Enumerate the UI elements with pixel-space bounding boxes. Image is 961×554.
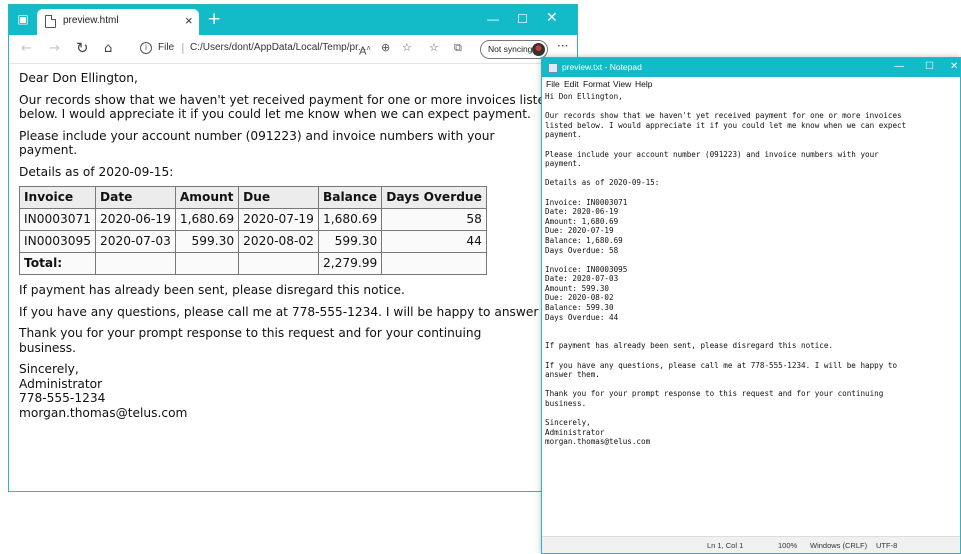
close-icon[interactable]: ✕: [546, 9, 558, 25]
column-header: Invoice: [19, 186, 96, 209]
notepad-window: preview.txt - Notepad — ☐ ✕ File Edit Fo…: [541, 57, 961, 554]
table-row: IN0003071 2020-06-19 1,680.69 2020-07-19…: [19, 208, 487, 231]
paragraph-payment-pending: Our records show that we haven't yet rec…: [19, 92, 553, 122]
column-header: Amount: [174, 186, 240, 209]
menu-help[interactable]: Help: [635, 79, 652, 89]
tab-close-icon[interactable]: ×: [185, 13, 193, 28]
table-row: IN0003095 2020-07-03 599.30 2020-08-02 5…: [19, 230, 487, 253]
back-icon[interactable]: ←: [21, 40, 32, 58]
cell-days-overdue: 58: [381, 208, 487, 231]
tab-preview[interactable]: preview.html ×: [37, 9, 199, 35]
browser-window: ▣ preview.html × + — ☐ ✕ ← → ↻ ⌂ i File …: [8, 4, 578, 492]
sender-phone: 778-555-1234: [19, 391, 106, 405]
cell-date: 2020-06-19: [95, 208, 176, 231]
total-balance: 2,279.99: [317, 252, 383, 275]
letter-content: Dear Don Ellington, Our records show tha…: [19, 71, 578, 420]
zoom-level: 100%: [778, 541, 798, 550]
minimize-icon[interactable]: —: [894, 61, 904, 72]
cell-amount: 599.30: [174, 230, 240, 253]
browser-toolbar: ← → ↻ ⌂ i File | C:/Users/dont/AppData/L…: [9, 35, 577, 64]
favorite-add-icon[interactable]: ☆: [402, 41, 412, 55]
menu-edit[interactable]: Edit: [564, 79, 579, 89]
sender-email: morgan.thomas@telus.com: [19, 405, 188, 420]
invoice-table: Invoice Date Amount Due Balance Days Ove…: [19, 186, 487, 275]
paragraph-account-number: Please include your account number (0912…: [19, 128, 495, 158]
more-icon[interactable]: ···: [557, 39, 568, 53]
tab-title: preview.html: [63, 15, 119, 26]
paragraph-thanks: Thank you for your prompt response to th…: [19, 326, 482, 355]
sync-label: Not syncing: [488, 44, 533, 54]
cell-invoice: IN0003095: [19, 230, 96, 253]
details-date: Details as of 2020-09-15:: [19, 164, 174, 179]
cell-date: 2020-07-03: [95, 230, 176, 253]
menu-bar: File Edit Format View Help: [542, 77, 960, 90]
home-icon[interactable]: ⌂: [104, 40, 112, 58]
info-icon[interactable]: i: [140, 42, 152, 54]
paragraph-disregard: If payment has already been sent, please…: [19, 283, 405, 297]
favorites-icon[interactable]: ☆: [429, 41, 439, 55]
closing: Sincerely,: [19, 362, 79, 376]
tab-strip: ▣ preview.html × + — ☐ ✕: [9, 5, 577, 35]
address-scheme-label: File: [158, 42, 175, 53]
window-title: preview.txt - Notepad: [562, 62, 642, 72]
notepad-titlebar: preview.txt - Notepad — ☐ ✕: [542, 58, 960, 77]
refresh-icon[interactable]: ↻: [76, 39, 89, 57]
cell-due: 2020-07-19: [238, 208, 319, 231]
line-ending: Windows (CRLF): [810, 541, 868, 550]
menu-view[interactable]: View: [613, 79, 631, 89]
cell-amount: 1,680.69: [174, 208, 240, 231]
address-separator: |: [181, 41, 185, 54]
close-icon[interactable]: ✕: [950, 61, 958, 72]
column-header: Date: [95, 186, 176, 209]
cell-invoice: IN0003071: [19, 208, 96, 231]
menu-file[interactable]: File: [546, 79, 560, 89]
page-icon: [45, 15, 56, 28]
text-editor-area[interactable]: Hi Don Ellington, Our records show that …: [545, 92, 957, 532]
status-bar: Ln 1, Col 1 100% Windows (CRLF) UTF-8: [542, 536, 960, 553]
avatar: [532, 43, 545, 56]
notepad-icon: [548, 63, 558, 73]
cell-balance: 1,680.69: [317, 208, 383, 231]
cell-due: 2020-08-02: [238, 230, 319, 253]
read-aloud-icon[interactable]: Aʌ: [359, 41, 371, 59]
paragraph-questions: If you have any questions, please call m…: [19, 304, 578, 319]
table-total-row: Total: 2,279.99: [19, 252, 487, 275]
table-header-row: Invoice Date Amount Due Balance Days Ove…: [19, 186, 487, 209]
minimize-icon[interactable]: —: [487, 11, 499, 27]
greeting: Dear Don Ellington,: [19, 71, 138, 85]
maximize-icon[interactable]: ☐: [925, 61, 934, 72]
column-header: Days Overdue: [381, 186, 487, 209]
total-label: Total:: [19, 252, 96, 275]
sender-title: Administrator: [19, 376, 103, 391]
encoding: UTF-8: [876, 541, 898, 550]
address-bar[interactable]: C:/Users/dont/AppData/Local/Temp/pr...: [190, 42, 366, 53]
forward-icon[interactable]: →: [49, 40, 60, 58]
profile-sync-button[interactable]: Not syncing: [480, 40, 548, 59]
signature-block: Sincerely, Administrator 778-555-1234 mo…: [19, 362, 577, 420]
collections-icon[interactable]: ⧉: [454, 41, 462, 55]
cell-balance: 599.30: [317, 230, 383, 253]
menu-format[interactable]: Format: [583, 79, 610, 89]
new-tab-icon[interactable]: +: [207, 9, 221, 29]
column-header: Due: [238, 186, 319, 209]
cell-days-overdue: 44: [381, 230, 487, 253]
cursor-position: Ln 1, Col 1: [707, 541, 744, 550]
tab-actions-icon[interactable]: ▣: [15, 12, 31, 26]
column-header: Balance: [317, 186, 383, 209]
maximize-icon[interactable]: ☐: [517, 11, 528, 27]
zoom-icon[interactable]: ⊕: [381, 41, 390, 55]
